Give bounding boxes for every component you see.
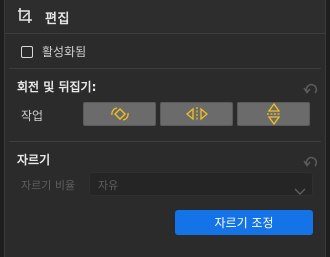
crop-ratio-label: 자르기 비율 [21,179,76,192]
crop-title: 자르기 [17,153,51,167]
adjust-crop-button[interactable]: 자르기 조정 [175,210,313,235]
enable-row[interactable]: 활성화됨 [21,43,86,60]
divider [9,68,321,69]
edit-panel: 편집 활성화됨 회전 및 뒤집기: 작업 자르기 자르기 비율 자유 자르기 조… [4,0,326,257]
flip-horizontal-icon [185,107,208,121]
crop-reset-icon[interactable] [303,153,319,167]
flip-vertical-button[interactable] [237,102,310,126]
enable-checkbox[interactable] [21,45,33,58]
divider [9,141,321,142]
rotate-reset-icon[interactable] [303,80,319,94]
enable-label: 활성화됨 [42,45,87,59]
operation-label: 작업 [21,109,44,123]
panel-title: 편집 [45,12,70,27]
rotate-button[interactable] [83,102,156,126]
crop-ratio-select[interactable]: 자유 [89,172,313,196]
chevron-down-icon [294,181,306,200]
rotate-flip-title: 회전 및 뒤집기: [17,80,97,94]
flip-horizontal-button[interactable] [160,102,233,126]
panel-header: 편집 [5,0,325,34]
rotate-icon [110,107,129,121]
crop-edit-icon [17,7,35,25]
crop-ratio-value: 자유 [98,179,119,192]
flip-vertical-icon [266,103,281,125]
